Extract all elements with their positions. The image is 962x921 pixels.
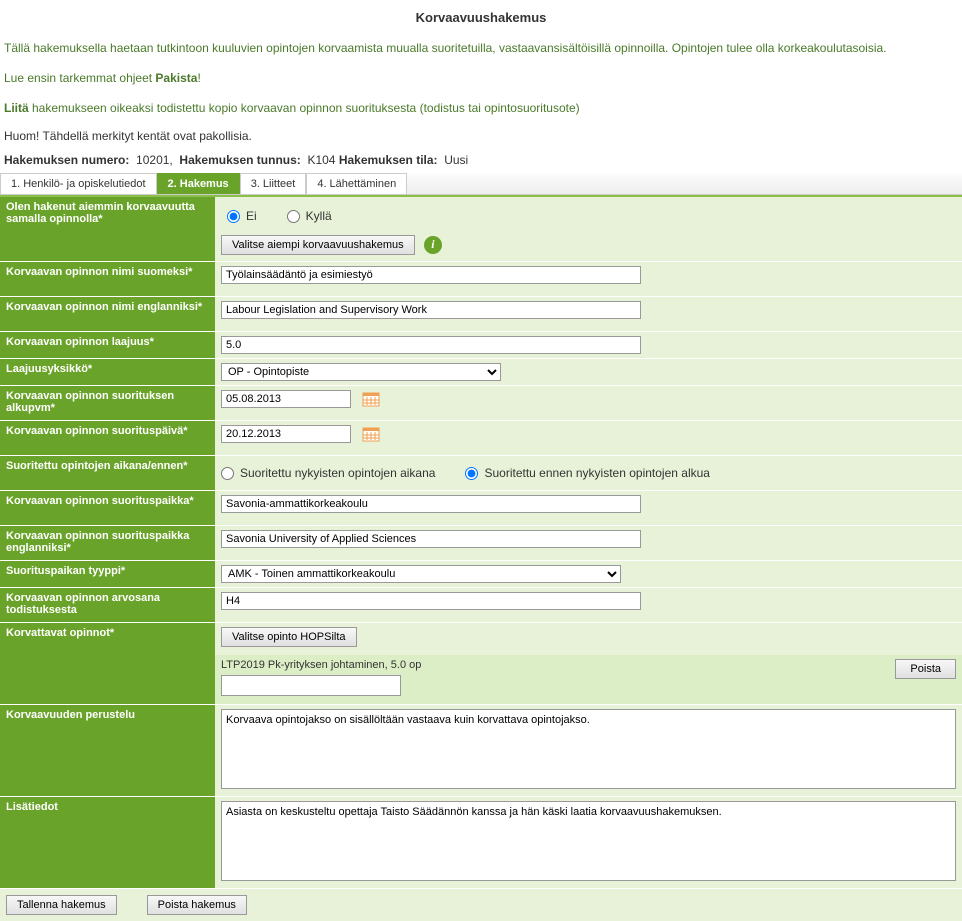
meta-id-value: K104 (307, 153, 335, 167)
application-meta: Hakemuksen numero: 10201, Hakemuksen tun… (4, 153, 958, 167)
input-grade[interactable] (221, 592, 641, 610)
radio-yes-label: Kyllä (306, 209, 332, 223)
intro2-pre: Lue ensin tarkemmat ohjeet (4, 71, 155, 85)
label-unit: Laajuusyksikkö* (0, 359, 215, 385)
select-place-type[interactable]: AMK - Toinen ammattikorkeakoulu (221, 565, 621, 583)
tab-bar: 1. Henkilö- ja opiskelutiedot 2. Hakemus… (0, 173, 962, 195)
label-place-type: Suorituspaikan tyyppi* (0, 561, 215, 587)
intro-paragraph-2: Lue ensin tarkemmat ohjeet Pakista! (4, 69, 958, 87)
replaced-course-input[interactable] (221, 675, 401, 696)
delete-app-button[interactable]: Poista hakemus (147, 895, 247, 915)
meta-state-label: Hakemuksen tila: (339, 153, 438, 167)
label-extent: Korvaavan opinnon laajuus* (0, 332, 215, 358)
input-start-date[interactable] (221, 390, 351, 408)
tab-person[interactable]: 1. Henkilö- ja opiskelutiedot (0, 173, 157, 194)
tab-application[interactable]: 2. Hakemus (157, 173, 240, 194)
input-end-date[interactable] (221, 425, 351, 443)
label-place-fi: Korvaavan opinnon suorituspaikka* (0, 491, 215, 525)
input-extent[interactable] (221, 336, 641, 354)
calendar-icon[interactable] (362, 426, 380, 442)
radio-no-wrap[interactable]: Ei (227, 209, 257, 223)
radio-during[interactable] (221, 467, 234, 480)
calendar-icon[interactable] (362, 391, 380, 407)
label-name-en: Korvaavan opinnon nimi englanniksi* (0, 297, 215, 331)
choose-prev-button[interactable]: Valitse aiempi korvaavuushakemus (221, 235, 415, 255)
meta-state-value: Uusi (444, 153, 468, 167)
label-justification: Korvaavuuden perustelu (0, 705, 215, 796)
label-name-fi: Korvaavan opinnon nimi suomeksi* (0, 262, 215, 296)
radio-before-label: Suoritettu ennen nykyisten opintojen alk… (484, 466, 710, 480)
replaced-course-text: LTP2019 Pk-yrityksen johtaminen, 5.0 op (221, 659, 421, 671)
intro3-bold: Liitä (4, 101, 29, 115)
page-title: Korvaavuushakemus (4, 10, 958, 25)
intro3-rest: hakemukseen oikeaksi todistettu kopio ko… (29, 101, 580, 115)
label-extra: Lisätiedot (0, 797, 215, 888)
radio-yes[interactable] (287, 210, 300, 223)
radio-during-wrap[interactable]: Suoritettu nykyisten opintojen aikana (221, 466, 435, 480)
meta-num-label: Hakemuksen numero: (4, 153, 129, 167)
choose-hops-button[interactable]: Valitse opinto HOPSilta (221, 627, 357, 647)
input-name-fi[interactable] (221, 266, 641, 284)
input-place-en[interactable] (221, 530, 641, 548)
meta-id-label: Hakemuksen tunnus: (179, 153, 300, 167)
label-place-en: Korvaavan opinnon suorituspaikka englann… (0, 526, 215, 560)
save-button[interactable]: Tallenna hakemus (6, 895, 117, 915)
label-end-date: Korvaavan opinnon suorituspäivä* (0, 421, 215, 455)
radio-no[interactable] (227, 210, 240, 223)
textarea-justification[interactable] (221, 709, 956, 789)
label-replaced: Korvattavat opinnot* (0, 623, 215, 704)
label-prev-applied: Olen hakenut aiemmin korvaavuutta samall… (0, 197, 215, 261)
form-area: Olen hakenut aiemmin korvaavuutta samall… (0, 195, 962, 921)
input-name-en[interactable] (221, 301, 641, 319)
radio-no-label: Ei (246, 209, 257, 223)
label-timing: Suoritettu opintojen aikana/ennen* (0, 456, 215, 490)
label-start-date: Korvaavan opinnon suorituksen alkupvm* (0, 386, 215, 420)
intro2-post: ! (197, 71, 200, 85)
tab-submit[interactable]: 4. Lähettäminen (306, 173, 407, 194)
textarea-extra[interactable] (221, 801, 956, 881)
required-note: Huom! Tähdellä merkityt kentät ovat pako… (4, 129, 958, 143)
meta-num-value: 10201, (136, 153, 173, 167)
info-icon[interactable]: i (424, 236, 442, 254)
input-place-fi[interactable] (221, 495, 641, 513)
radio-during-label: Suoritettu nykyisten opintojen aikana (240, 466, 435, 480)
intro2-bold: Pakista (155, 71, 197, 85)
tab-attachments[interactable]: 3. Liitteet (240, 173, 307, 194)
radio-yes-wrap[interactable]: Kyllä (287, 209, 332, 223)
radio-before-wrap[interactable]: Suoritettu ennen nykyisten opintojen alk… (465, 466, 710, 480)
intro-paragraph-1: Tällä hakemuksella haetaan tutkintoon ku… (4, 39, 958, 57)
intro-paragraph-3: Liitä hakemukseen oikeaksi todistettu ko… (4, 99, 958, 117)
label-grade: Korvaavan opinnon arvosana todistuksesta (0, 588, 215, 622)
radio-before[interactable] (465, 467, 478, 480)
delete-course-button[interactable]: Poista (895, 659, 956, 679)
select-unit[interactable]: OP - Opintopiste (221, 363, 501, 381)
